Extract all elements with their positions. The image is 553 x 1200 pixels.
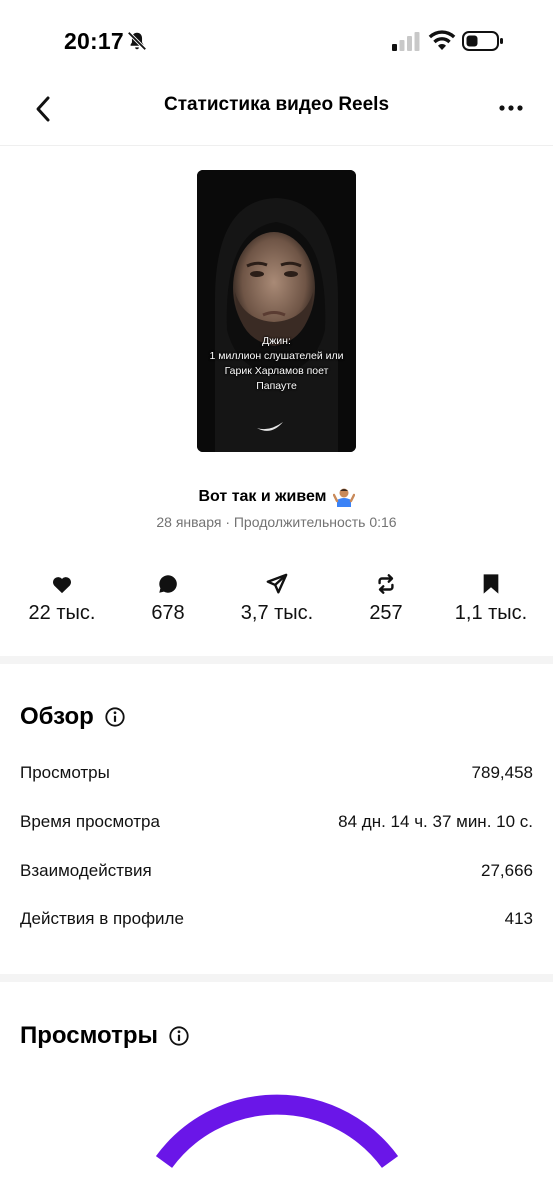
row-value: 84 дн. 14 ч. 37 мин. 10 с. [338, 812, 533, 831]
signal-icon [392, 32, 420, 51]
caption-line: Папауте [256, 380, 297, 392]
comments-count: 678 [151, 602, 185, 624]
row-label: Действия в профиле [20, 909, 184, 928]
page-title: Статистика видео Reels [163, 94, 390, 115]
views-title-row: Просмотры [20, 1022, 190, 1050]
likes-count: 22 тыс. [28, 602, 96, 624]
heart-icon [52, 577, 72, 594]
more-button[interactable] [494, 96, 528, 120]
views-donut-chart [0, 1090, 553, 1200]
caption-line: 1 миллион слушателей или [209, 350, 344, 362]
shares-count: 3,7 тыс. [240, 602, 314, 624]
caption-line: Джин: [262, 335, 291, 347]
wifi-icon [428, 30, 456, 50]
video-title: Вот так и живем [198, 488, 327, 505]
row-value: 413 [504, 909, 533, 928]
row-label: Взаимодействия [20, 861, 152, 880]
reposts-stat: 257 [331, 572, 441, 625]
info-icon[interactable] [104, 706, 126, 728]
engagement-stats: 22 тыс. 678 3,7 тыс. 257 1,1 тыс. [0, 572, 553, 632]
row-label: Время просмотра [20, 812, 160, 831]
info-icon[interactable] [168, 1025, 190, 1047]
send-icon [266, 573, 288, 594]
reel-caption: Джин: 1 миллион слушателей или Гарик Хар… [197, 334, 356, 394]
section-divider [0, 656, 553, 664]
overview-title-row: Обзор [20, 703, 126, 731]
section-divider [0, 974, 553, 982]
row-label: Просмотры [20, 763, 110, 782]
bell-slash-icon [127, 31, 147, 51]
reel-thumbnail[interactable]: Джин: 1 миллион слушателей или Гарик Хар… [197, 170, 356, 452]
shrug-emoji [332, 488, 355, 507]
video-title-row: Вот так и живем [0, 486, 553, 508]
repost-icon [378, 574, 394, 594]
reposts-count: 257 [369, 602, 403, 624]
status-time: 20:17 [64, 28, 124, 54]
likes-stat: 22 тыс. [7, 572, 117, 625]
views-title: Просмотры [20, 1022, 159, 1049]
shares-stat: 3,7 тыс. [222, 572, 332, 625]
row-value: 27,666 [481, 861, 533, 880]
caption-line: Гарик Харламов поет [224, 365, 329, 377]
bookmark-icon [483, 574, 499, 594]
comment-icon [159, 575, 177, 593]
overview-row-interactions: Взаимодействия 27,666 [20, 861, 533, 885]
row-value: 789,458 [471, 763, 533, 782]
reel-preview-image [197, 170, 356, 452]
video-meta: 28 января · Продолжительность 0:16 [156, 514, 397, 530]
battery-icon [462, 31, 503, 51]
overview-row-watch-time: Время просмотра 84 дн. 14 ч. 37 мин. 10 … [20, 812, 533, 836]
nav-header: Статистика видео Reels [0, 80, 553, 146]
overview-title: Обзор [20, 703, 94, 730]
views-donut-arc [155, 1094, 399, 1168]
overview-row-views: Просмотры 789,458 [20, 763, 533, 787]
more-dots-icon [499, 105, 523, 111]
saves-stat: 1,1 тыс. [436, 572, 546, 625]
comments-stat: 678 [113, 572, 223, 625]
status-bar: 20:17 [0, 0, 553, 80]
saves-count: 1,1 тыс. [454, 602, 528, 624]
overview-row-profile-actions: Действия в профиле 413 [20, 909, 533, 933]
